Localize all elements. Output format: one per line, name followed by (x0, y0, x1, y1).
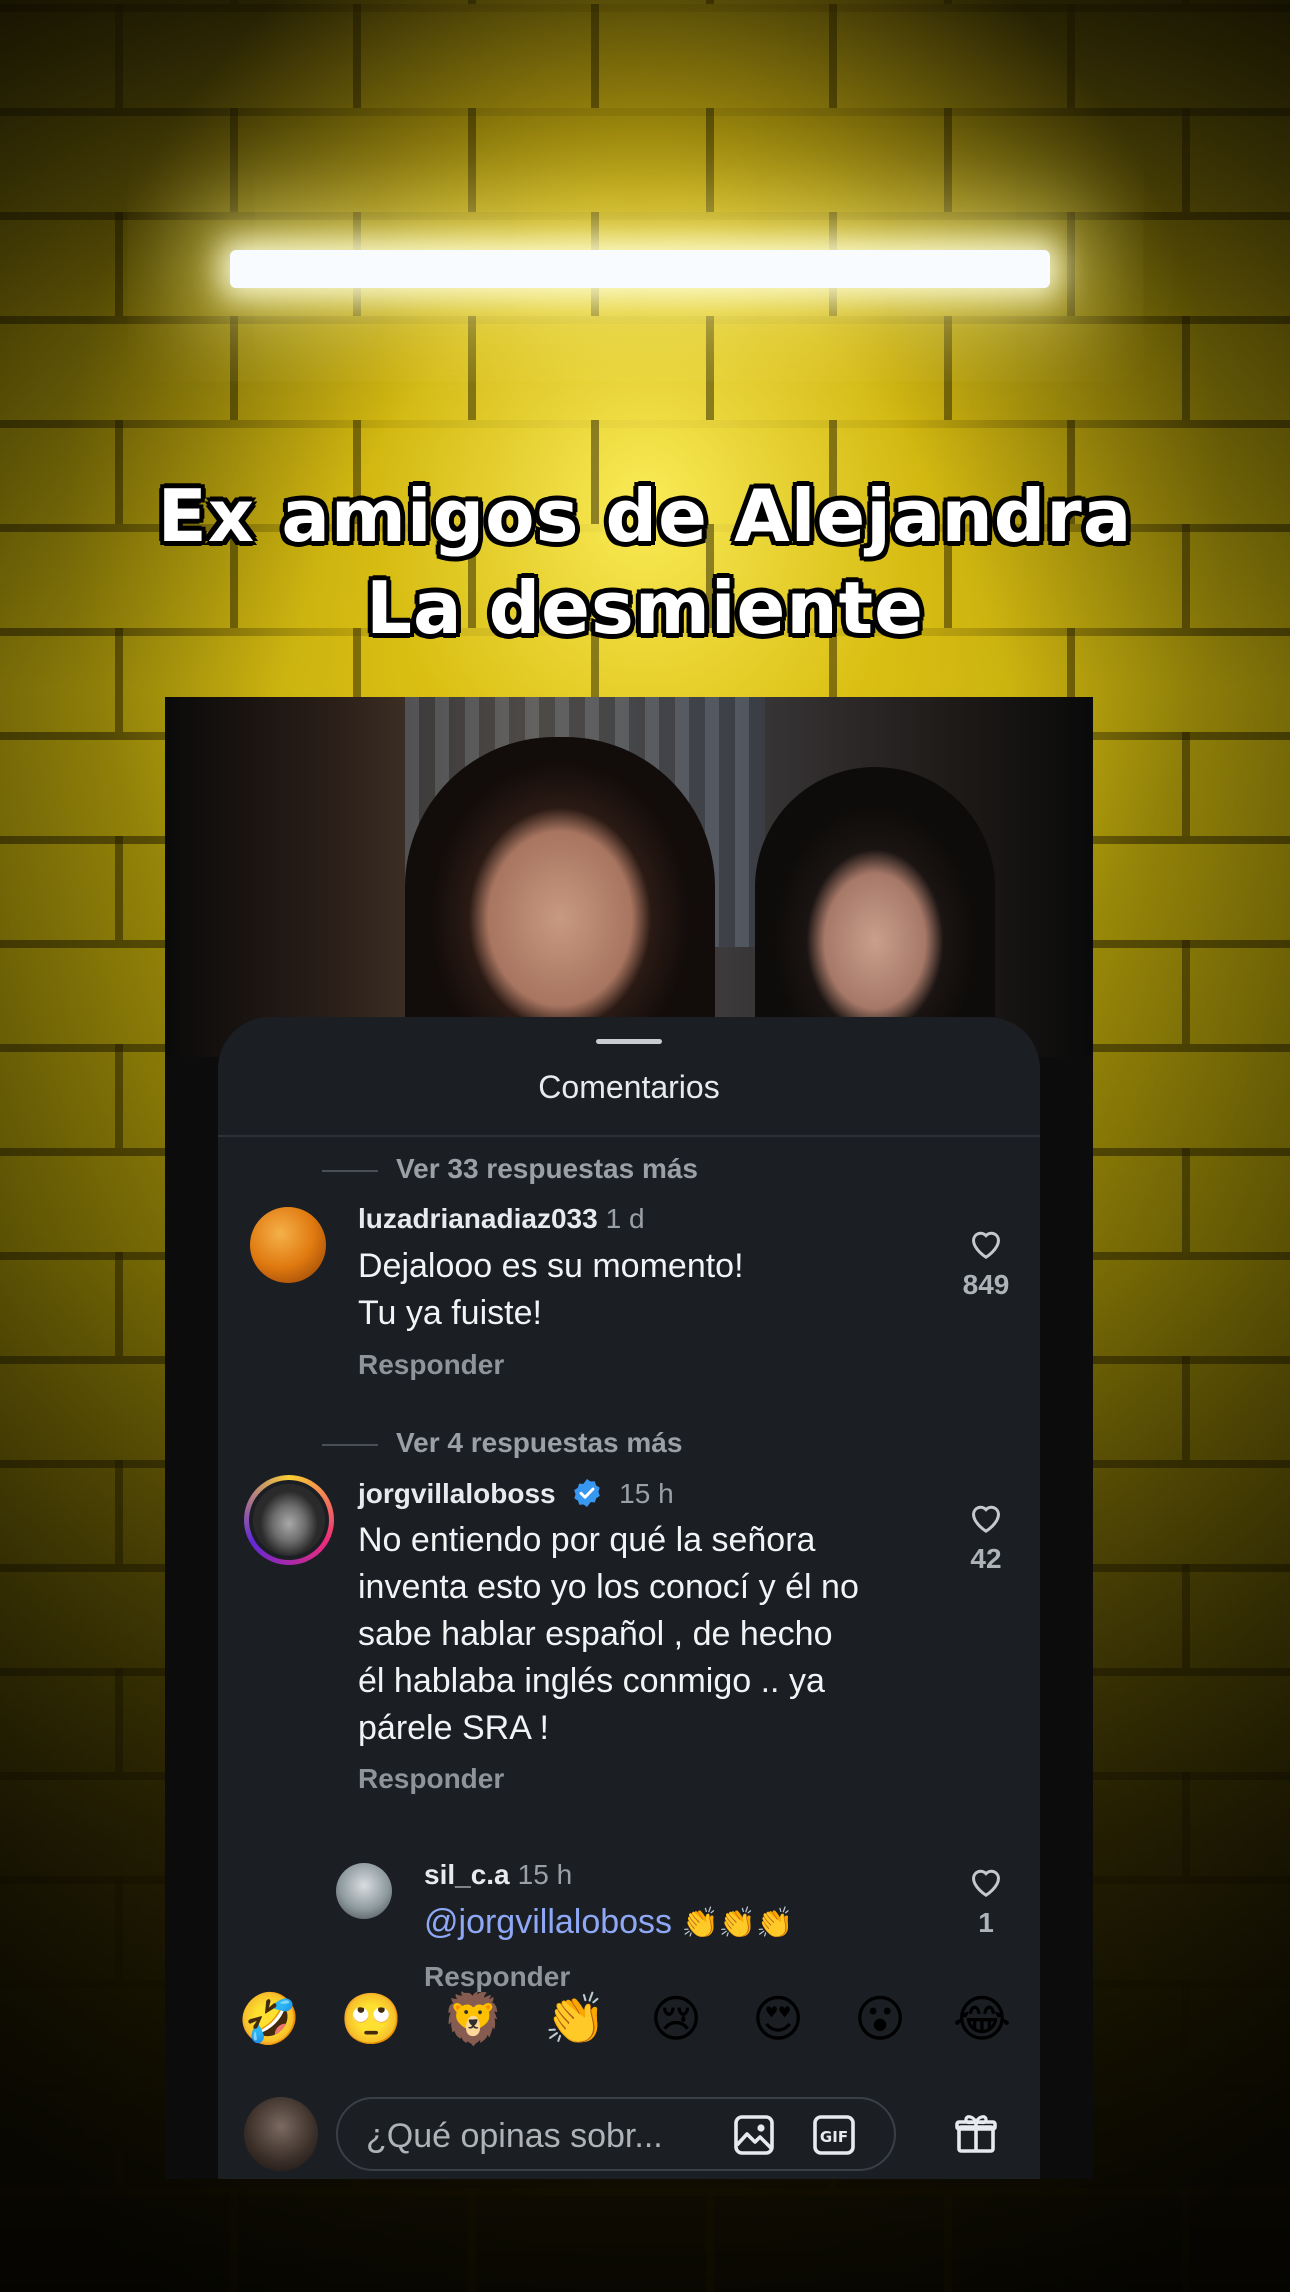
ceiling-lamp (230, 250, 1050, 288)
view-more-replies[interactable]: Ver 4 respuestas más (322, 1427, 682, 1459)
emoji-heart-eyes[interactable]: 😍 (748, 1989, 808, 2049)
comment-text: Dejalooo es su momento! Tu ya fuiste! (358, 1243, 744, 1337)
divider (218, 1135, 1040, 1137)
emoji-crying[interactable]: 😢 (646, 1989, 706, 2049)
verified-badge-icon (574, 1479, 601, 1507)
username-text: sil_c.a (424, 1859, 510, 1890)
comment-username[interactable]: sil_c.a 15 h (424, 1859, 572, 1891)
emoji-eye-roll[interactable]: 🙄 (340, 1989, 402, 2049)
comment-text-line: sabe hablar español , de hecho (358, 1615, 833, 1653)
comment-time: 1 d (605, 1203, 645, 1234)
comment-input[interactable]: ¿Qué opinas sobr... GIF (336, 2097, 896, 2171)
avatar[interactable] (250, 1207, 326, 1283)
comment-emojis: 👏👏👏 (681, 1907, 794, 1940)
view-more-replies[interactable]: Ver 33 respuestas más (322, 1153, 698, 1185)
emoji-surprised[interactable]: 😮 (850, 1989, 910, 2049)
drag-handle[interactable] (596, 1039, 662, 1044)
headline-line-1: Ex amigos de Alejandra (157, 474, 1133, 558)
comment-time: 15 h (517, 1859, 573, 1890)
view-more-replies-label: Ver 33 respuestas más (396, 1153, 698, 1184)
comments-sheet: Comentarios Ver 33 respuestas más luzadr… (218, 1017, 1040, 2179)
quick-emoji-bar: 🤣 🙄 🦁 👏 😢 😍 😮 😂 (218, 1989, 1040, 2061)
comment-time: 15 h (619, 1478, 674, 1509)
like-count: 849 (962, 1269, 1010, 1300)
emoji-lion[interactable]: 🦁 (442, 1989, 504, 2049)
heart-icon[interactable] (966, 1861, 1006, 1901)
comment-username[interactable]: luzadrianadiaz033 1 d (358, 1203, 645, 1235)
comment-text-line: él hablaba inglés conmigo .. ya (358, 1662, 825, 1700)
heart-icon[interactable] (966, 1223, 1006, 1263)
emoji-joy[interactable]: 😂 (952, 1989, 1012, 2049)
comment-text-line: Dejalooo es su momento! (358, 1247, 744, 1285)
sheet-title: Comentarios (538, 1069, 720, 1105)
comment-text: No entiendo por qué la señora inventa es… (358, 1517, 859, 1752)
emoji-rofl[interactable]: 🤣 (238, 1989, 300, 2049)
comment-input-placeholder: ¿Qué opinas sobr... (366, 2117, 663, 2155)
comment-username[interactable]: jorgvillaloboss 15 h (358, 1477, 674, 1510)
avatar[interactable] (336, 1863, 392, 1919)
background-photo (165, 697, 1093, 1067)
phone-screenshot: Comentarios Ver 33 respuestas más luzadr… (165, 697, 1093, 2179)
emoji-clap[interactable]: 👏 (544, 1989, 606, 2049)
gif-icon[interactable]: GIF (810, 2111, 858, 2159)
image-icon[interactable] (730, 2111, 778, 2159)
comment-text-line: inventa esto yo los conocí y él no (358, 1568, 859, 1606)
comment-text-line: Tu ya fuiste! (358, 1294, 542, 1332)
comment-text-line: párele SRA ! (358, 1709, 549, 1747)
avatar (253, 1484, 325, 1556)
heart-icon[interactable] (966, 1497, 1006, 1537)
gift-icon[interactable] (952, 2109, 1000, 2157)
mention-link[interactable]: @jorgvillaloboss (424, 1903, 672, 1941)
comment-text-line: No entiendo por qué la señora (358, 1521, 816, 1559)
avatar-story-ring[interactable] (244, 1475, 334, 1565)
reply-button[interactable]: Responder (358, 1349, 504, 1381)
svg-text:GIF: GIF (820, 2128, 848, 2146)
like-count: 1 (978, 1907, 994, 1938)
reply-button[interactable]: Responder (358, 1763, 504, 1795)
username-text: jorgvillaloboss (358, 1478, 556, 1509)
view-more-replies-label: Ver 4 respuestas más (396, 1427, 683, 1458)
like-count: 42 (970, 1543, 1002, 1574)
headline-line-2: La desmiente (366, 566, 924, 650)
headline-caption: Ex amigos de Alejandra La desmiente (0, 470, 1290, 654)
current-user-avatar[interactable] (244, 2097, 318, 2171)
comment-text: @jorgvillaloboss 👏👏👏 (424, 1899, 794, 1947)
username-text: luzadrianadiaz033 (358, 1203, 598, 1234)
